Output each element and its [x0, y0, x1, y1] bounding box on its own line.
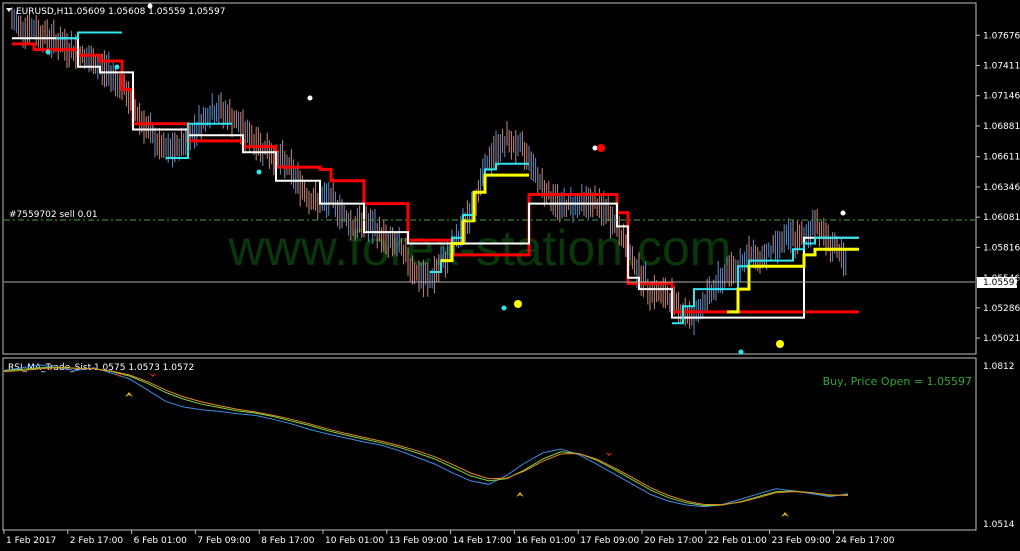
time-axis-label: 1 Feb 2017	[6, 536, 56, 546]
price-axis-label: 1.07146	[983, 92, 1020, 102]
chart-symbol: EURUSD,H1	[16, 7, 69, 17]
time-axis-label: 7 Feb 09:00	[197, 536, 251, 546]
time-axis-label: 17 Feb 09:00	[580, 536, 639, 546]
signal-dot	[256, 169, 262, 175]
signal-dot	[514, 300, 522, 308]
time-axis-label: 14 Feb 17:00	[453, 536, 512, 546]
price-axis-label: 1.06611	[983, 153, 1020, 163]
time-axis: 1 Feb 2017 2 Feb 17:00 6 Feb 01:00 7 Feb 09…	[3, 530, 895, 546]
time-axis-label: 8 Feb 17:00	[261, 536, 315, 546]
time-axis-label: 2 Feb 17:00	[70, 536, 124, 546]
indicator-axis-top: 1.0812	[983, 362, 1015, 372]
chart-ohlc: 1.05609 1.05608 1.05559 1.05597	[68, 7, 225, 17]
signal-dot	[592, 145, 598, 151]
time-axis-label: 16 Feb 01:00	[516, 536, 575, 546]
signal-dot	[738, 349, 744, 355]
price-axis-label: 1.07676	[983, 31, 1020, 41]
time-axis-label: 24 Feb 17:00	[835, 536, 894, 546]
signal-dot	[307, 95, 313, 101]
price-axis-label: 1.06081	[983, 213, 1020, 223]
indicator-status: Buy, Price Open = 1.05597	[823, 375, 972, 388]
price-axis-label: 1.07411	[983, 61, 1020, 71]
time-axis-label: 23 Feb 09:00	[772, 536, 831, 546]
price-axis-label: 1.05286	[983, 304, 1020, 314]
signal-dot	[45, 49, 51, 55]
signal-dot	[597, 144, 605, 152]
signal-dot	[776, 340, 784, 348]
watermark: www.forex-station.com	[228, 220, 732, 276]
main-chart-frame	[2, 2, 977, 355]
time-axis-label: 20 Feb 17:00	[644, 536, 703, 546]
signal-dot	[114, 64, 120, 70]
price-axis-label: 1.05816	[983, 243, 1020, 253]
signal-dot	[840, 210, 846, 216]
price-axis-label: 1.06346	[983, 183, 1020, 193]
time-axis-label: 13 Feb 09:00	[389, 536, 448, 546]
time-axis-label: 10 Feb 01:00	[325, 536, 384, 546]
signal-dot	[501, 305, 507, 311]
chart-canvas: www.forex-station.com #7559702 sell 0.01…	[2, 2, 1020, 546]
price-axis-label: 1.05021	[983, 334, 1020, 344]
time-axis-label: 6 Feb 01:00	[134, 536, 188, 546]
order-label: #7559702 sell 0.01	[9, 210, 98, 220]
price-axis-label: 1.06881	[983, 122, 1020, 132]
current-price-label: 1.05597	[983, 278, 1020, 288]
price-axis: 1.07676 1.07411 1.07146 1.06881 1.06611 1.063…	[976, 31, 1020, 344]
time-axis-label: 22 Feb 01:00	[708, 536, 767, 546]
indicator-axis-bottom: 1.0514	[983, 520, 1015, 530]
